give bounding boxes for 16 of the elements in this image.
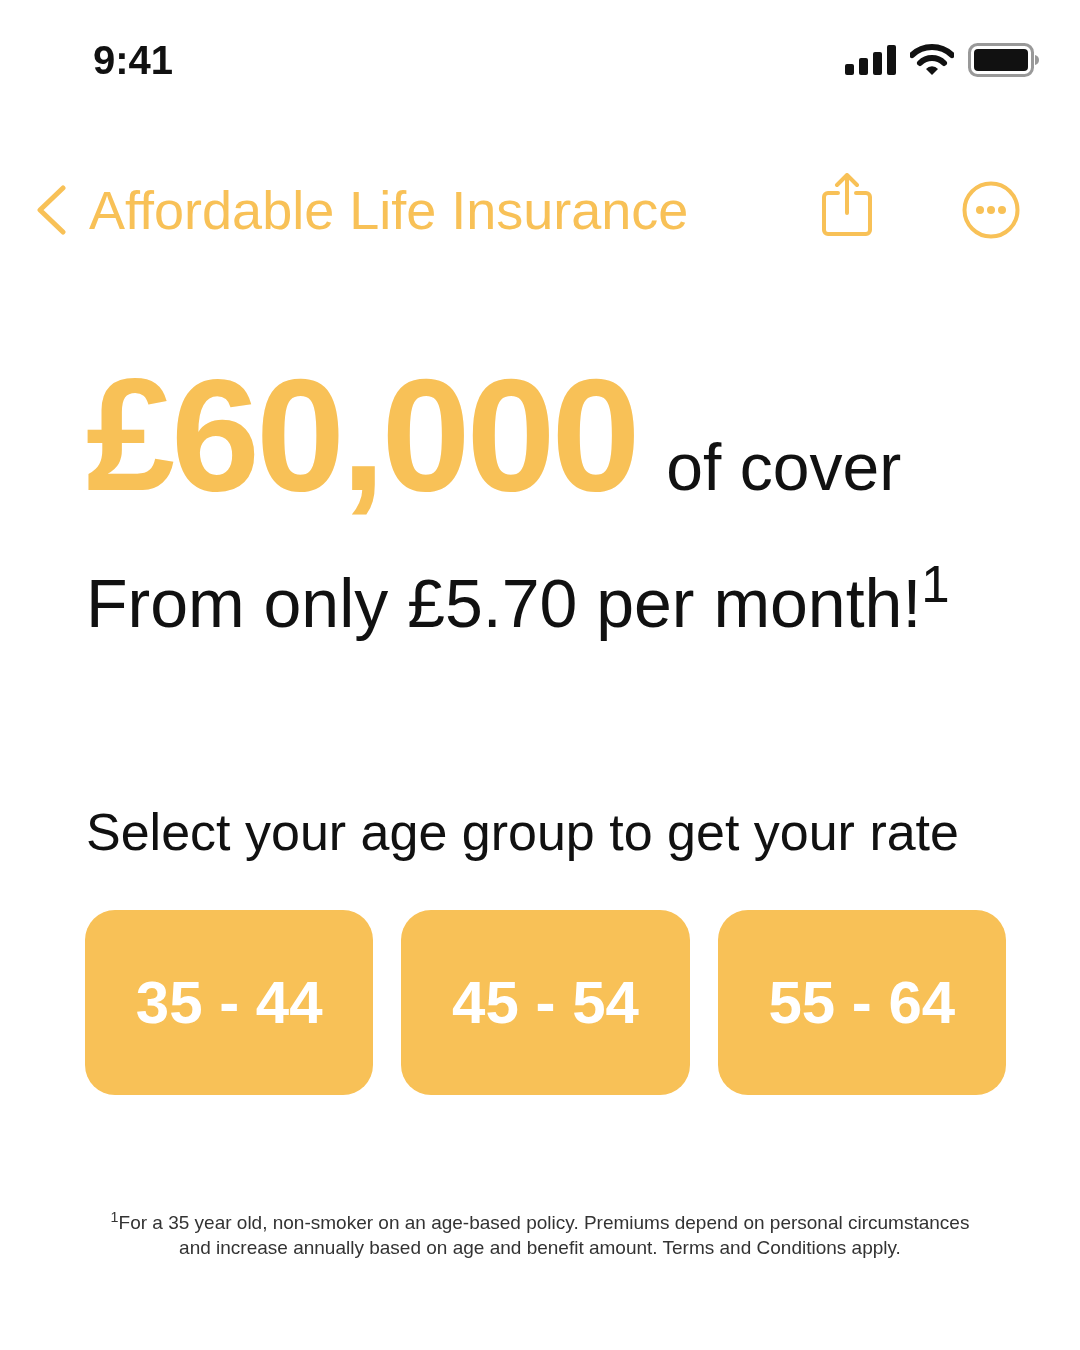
status-time: 9:41 <box>93 40 174 80</box>
more-icon <box>962 181 1020 239</box>
chevron-left-icon <box>35 185 67 235</box>
battery-icon <box>968 43 1040 77</box>
share-button[interactable] <box>822 173 872 237</box>
more-button[interactable] <box>962 181 1020 239</box>
share-icon <box>822 173 872 237</box>
footnote: $^{1}$For a 35 year old, non-smoker on an age-based policy. Premiums depend on personal circumstances and increase annually based on age and benefit amount. Terms and Conditions apply. <box>109 1210 971 1260</box>
signal-icon <box>845 45 896 75</box>
wifi-icon <box>910 44 954 76</box>
age-group-button[interactable]: 55 - 64 <box>717 910 1006 1095</box>
age-group-button[interactable]: 45 - 54 <box>401 910 690 1095</box>
cover-label: of cover <box>666 434 902 500</box>
back-button[interactable]: Affordable Life Insurance <box>35 183 689 237</box>
age-group-button[interactable]: 35 - 44 <box>85 910 374 1095</box>
cover-amount: £60,000 <box>86 355 637 515</box>
